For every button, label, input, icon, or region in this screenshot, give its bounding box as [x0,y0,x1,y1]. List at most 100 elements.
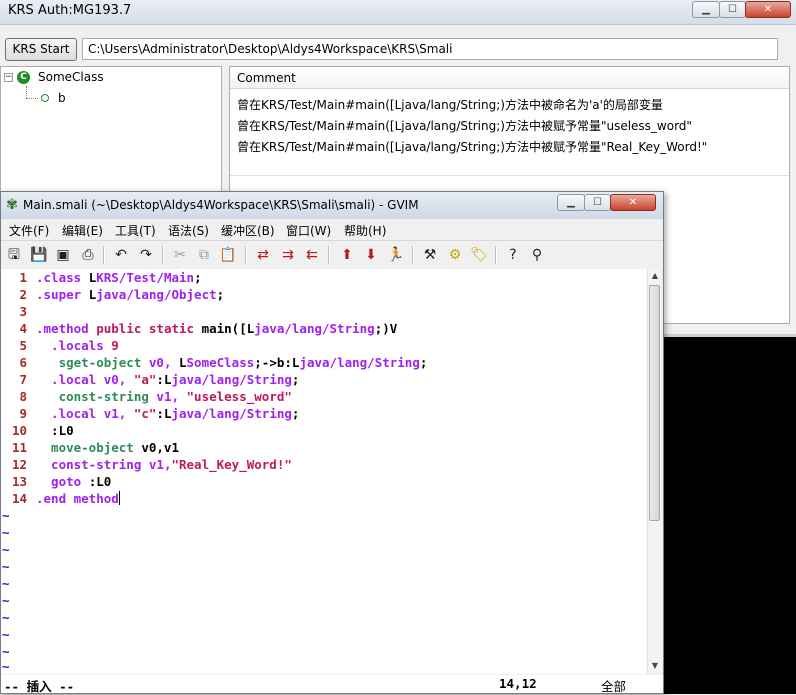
save-all-icon[interactable]: ▣ [54,246,72,264]
string-token: "useless_word" [186,389,292,404]
code-line: .locals 9 [36,338,119,353]
gvim-close-button[interactable]: ✕ [610,194,656,211]
cut-icon[interactable]: ✂ [171,246,189,264]
window-title: KRS Auth:MG193.7 [8,3,132,18]
code-line: .class LKRS/Test/Main; [36,270,202,285]
minimize-button[interactable]: ▁ [692,1,720,18]
toolbar-separator [495,246,497,264]
directive-token: .local [36,372,104,387]
run-script-icon[interactable]: 🏃 [387,246,405,264]
text-cursor [118,491,120,505]
code-editor[interactable]: 1 2 3 4 5 6 7 8 9 10 11 12 13 14 .class … [1,269,647,674]
comment-row[interactable]: 曾在KRS/Test/Main#main([Ljava/lang/String;… [237,138,707,155]
menu-file[interactable]: 文件(F) [9,222,49,239]
menu-buffers[interactable]: 缓冲区(B) [221,222,275,239]
opcode-token: const-string [36,457,149,472]
gvim-minimize-button[interactable]: ▁ [557,194,585,211]
tree-item-field-b[interactable]: b [58,91,66,105]
save-icon[interactable]: 💾 [30,246,48,264]
type-token: KRS/Test/Main [96,270,195,285]
field-icon [41,94,49,102]
run-ctags-icon[interactable]: ⚙ [446,246,464,264]
gvim-maximize-button[interactable]: ☐ [584,194,611,211]
empty-line-marker: ~ [2,644,10,659]
open-icon[interactable]: 🖫 [5,246,23,264]
directive-token: .locals [36,338,112,353]
vim-logo-icon: ✾ [6,197,18,213]
code-line: .local v0, "a":Ljava/lang/String; [36,372,299,387]
punct-token: : [156,372,164,387]
menu-help[interactable]: 帮助(H) [344,222,386,239]
punct-token: ; [291,372,300,387]
paste-icon[interactable]: 📋 [219,246,237,264]
code-line: .super Ljava/lang/Object; [36,287,224,302]
opcode-token: sget-object [36,355,149,370]
close-button[interactable]: ✕ [745,1,791,18]
status-line: -- 插入 -- 14,12 全部 [1,675,663,694]
line-number: 3 [19,304,27,319]
code-line: goto :L0 [36,474,111,489]
path-input[interactable]: C:\Users\Administrator\Desktop\Aldys4Wor… [82,38,778,60]
scroll-up-icon[interactable]: ▲ [648,269,662,283]
empty-line-marker: ~ [2,593,10,608]
cursor-position: 14,12 [499,676,537,691]
line-number: 13 [11,474,27,489]
line-number: 6 [19,355,27,370]
jump-tag-icon[interactable]: 🏷 [470,246,488,264]
krs-start-button[interactable]: KRS Start [5,38,77,61]
comment-row[interactable]: 曾在KRS/Test/Main#main([Ljava/lang/String;… [237,117,692,134]
class-tree[interactable]: − C SomeClass b [0,66,222,196]
make-icon[interactable]: ⚒ [421,246,439,264]
redo-icon[interactable]: ↷ [137,246,155,264]
type-token: java/lang/String [171,372,292,387]
tree-item-someclass[interactable]: SomeClass [38,70,104,84]
label-token: :L0 [36,423,74,438]
opcode-token: goto [36,474,89,489]
find-prev-icon[interactable]: ⇇ [303,246,321,264]
code-line: .method public static main([Ljava/lang/S… [36,321,397,336]
copy-icon[interactable]: ⧉ [195,246,213,264]
menu-tools[interactable]: 工具(T) [115,222,156,239]
find-help-icon[interactable]: ⚲ [528,246,546,264]
console-panel [664,334,796,694]
vertical-scrollbar[interactable]: ▲ ▼ [647,269,662,674]
label-token: :L0 [88,474,112,489]
maximize-button[interactable]: ☐ [719,1,746,18]
scroll-down-icon[interactable]: ▼ [648,659,662,673]
menu-edit[interactable]: 编辑(E) [62,222,103,239]
scroll-percentage: 全部 [601,679,627,694]
help-icon[interactable]: ? [504,246,522,264]
code-line: sget-object v0, LSomeClass;->b:Ljava/lan… [36,355,428,370]
class-icon: C [17,71,30,84]
tree-connector [26,86,27,98]
find-replace-icon[interactable]: ⇄ [254,246,272,264]
toolbar-separator [162,246,164,264]
register-token: v1, [103,406,134,421]
code-line: const-string v1,"Real_Key_Word!" [36,457,292,472]
line-number: 12 [11,457,27,472]
directive-token: .local [36,406,104,421]
save-session-icon[interactable]: ⬇ [362,246,380,264]
register-token: v1, [156,389,187,404]
find-next-icon[interactable]: ⇉ [279,246,297,264]
undo-icon[interactable]: ↶ [112,246,130,264]
empty-line-marker: ~ [2,627,10,642]
menu-window[interactable]: 窗口(W) [286,222,331,239]
tree-collapse-icon[interactable]: − [4,73,13,82]
menu-syntax[interactable]: 语法(S) [168,222,209,239]
string-token: "c" [133,406,157,421]
code-line: :L0 [36,423,74,438]
modifier-token: public static [96,321,202,336]
punct-token: ; [216,287,225,302]
empty-line-marker: ~ [2,542,10,557]
empty-line-marker: ~ [2,559,10,574]
load-session-icon[interactable]: ⬆ [338,246,356,264]
gvim-title-bar: ✾ Main.smali (~\Desktop\Aldys4Workspace\… [1,192,663,219]
line-number: 7 [19,372,27,387]
directive-token: .class [36,270,89,285]
line-number: 4 [19,321,27,336]
comment-row[interactable]: 曾在KRS/Test/Main#main([Ljava/lang/String;… [237,96,663,113]
scrollbar-thumb[interactable] [649,285,660,521]
comment-column-header[interactable]: Comment [230,67,789,89]
print-icon[interactable]: ⎙ [79,246,97,264]
